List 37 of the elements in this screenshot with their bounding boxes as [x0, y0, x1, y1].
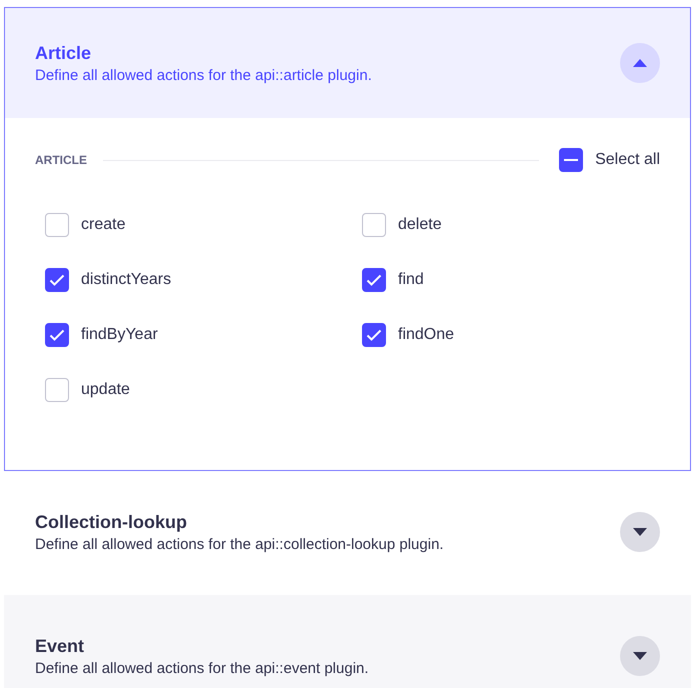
toggle-button[interactable] — [620, 43, 660, 83]
group-label: ARTICLE — [35, 153, 87, 167]
checkmark-icon — [366, 274, 382, 286]
accordion-header[interactable]: Event Define all allowed actions for the api::event plugin. — [5, 596, 690, 688]
accordion-header[interactable]: Article Define all allowed actions for the api::article plugin. — [5, 8, 690, 118]
checkmark-icon — [49, 274, 65, 286]
checkbox-label: findByYear — [81, 326, 158, 344]
section-title: Event — [35, 636, 86, 656]
toggle-button[interactable] — [620, 512, 660, 552]
section-title: Collection-lookup — [35, 512, 188, 532]
checkbox-label: find — [398, 271, 424, 289]
checkbox-label: create — [81, 216, 126, 234]
checkbox[interactable] — [559, 148, 584, 172]
checkmark-icon — [366, 329, 382, 341]
checkbox[interactable] — [45, 213, 69, 237]
caret-up-icon — [633, 59, 647, 67]
section-description: Define all allowed actions for the api::collection-lookup plugin. — [35, 536, 444, 552]
caret-down-icon — [633, 652, 647, 660]
checkbox-label: delete — [398, 216, 442, 234]
accordion-header[interactable]: Collection-lookup Define all allowed actions for the api::collection-lookup plugin. — [5, 472, 690, 592]
checkbox[interactable] — [362, 213, 386, 237]
minus-icon — [564, 159, 578, 161]
checkbox-label: distinctYears — [81, 271, 172, 289]
section-description: Define all allowed actions for the api::article plugin. — [35, 66, 372, 84]
checkbox-label: findOne — [398, 326, 454, 344]
section-description: Define all allowed actions for the api::event plugin. — [35, 660, 369, 676]
checkbox[interactable] — [45, 268, 69, 292]
checkbox[interactable] — [362, 268, 386, 292]
checkbox[interactable] — [45, 378, 69, 402]
checkmark-icon — [49, 329, 65, 341]
checkbox-label: Select all — [595, 151, 660, 169]
checkbox[interactable] — [45, 323, 69, 347]
toggle-button[interactable] — [620, 636, 660, 676]
section-title: Article — [35, 42, 92, 64]
caret-down-icon — [633, 528, 647, 536]
checkbox-label: update — [81, 381, 130, 399]
checkbox[interactable] — [362, 323, 386, 347]
